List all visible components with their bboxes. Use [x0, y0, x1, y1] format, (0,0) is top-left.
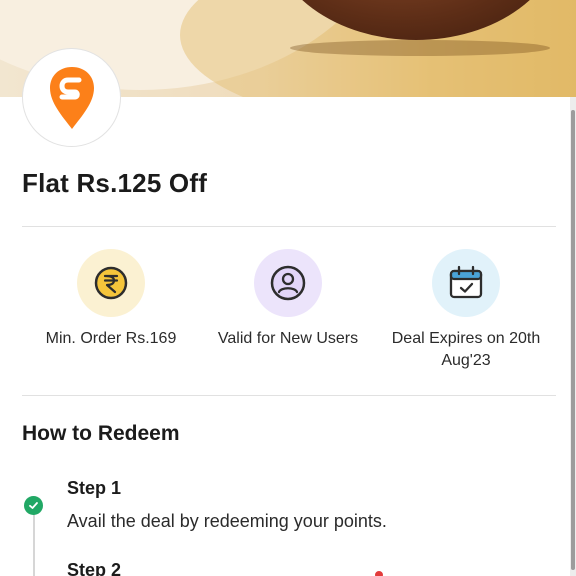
- rupee-coin-icon: [77, 249, 145, 317]
- timeline-line: [33, 505, 35, 576]
- feature-label: Deal Expires on 20th Aug'23: [391, 330, 541, 369]
- feature-min-order: Min. Order Rs.169: [21, 249, 201, 350]
- red-dot-decoration: [375, 571, 383, 576]
- swiggy-logo-icon: [49, 66, 94, 129]
- feature-label: Valid for New Users: [217, 330, 359, 347]
- how-to-redeem-heading: How to Redeem: [22, 422, 180, 445]
- feature-new-users: Valid for New Users: [198, 249, 378, 350]
- brand-logo: [22, 48, 121, 147]
- check-icon: [24, 496, 43, 515]
- divider: [22, 395, 556, 396]
- step-1-title: Step 1: [67, 478, 122, 498]
- offer-title: Flat Rs.125 Off: [22, 168, 208, 198]
- divider: [22, 226, 556, 227]
- calendar-check-icon: [432, 249, 500, 317]
- feature-label: Min. Order Rs.169: [45, 330, 177, 347]
- user-profile-icon: [254, 249, 322, 317]
- scrollbar-thumb[interactable]: [571, 110, 575, 570]
- step-1-description: Avail the deal by redeeming your points.: [67, 511, 387, 531]
- step-2-title: Step 2: [67, 560, 122, 576]
- feature-expiry: Deal Expires on 20th Aug'23: [376, 249, 556, 372]
